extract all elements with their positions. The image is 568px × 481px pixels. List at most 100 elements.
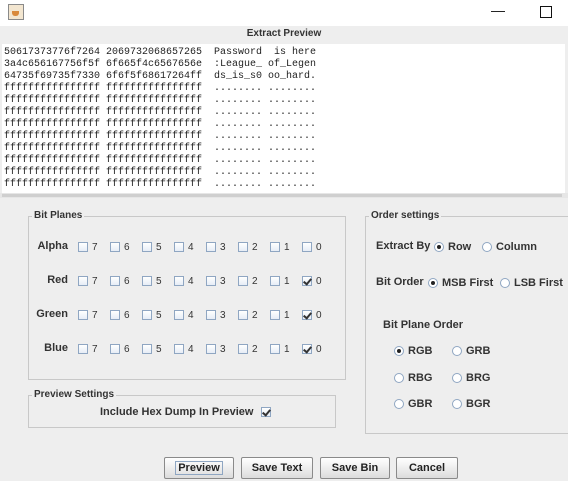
bit-checkbox-item[interactable]: 7: [78, 342, 98, 356]
radio-button[interactable]: [452, 399, 462, 409]
bit-checkbox[interactable]: [110, 344, 120, 354]
bit-checkbox[interactable]: [270, 310, 280, 320]
radio-button[interactable]: [452, 346, 462, 356]
preview-text-area[interactable]: 50617373776f7264 2069732068657265 Passwo…: [2, 44, 565, 193]
bit-checkbox-item[interactable]: 6: [110, 342, 130, 356]
bit-checkbox-item[interactable]: 2: [238, 240, 258, 254]
bit-checkbox[interactable]: [78, 310, 88, 320]
bit-checkbox[interactable]: [238, 344, 248, 354]
save-text-button[interactable]: Save Text: [241, 457, 313, 479]
bit-checkbox[interactable]: [142, 276, 152, 286]
minimize-button[interactable]: —: [486, 0, 510, 22]
bit-checkbox-item[interactable]: 4: [174, 342, 194, 356]
bit-checkbox[interactable]: [302, 276, 312, 286]
bit-checkbox[interactable]: [302, 344, 312, 354]
bit-checkbox-item[interactable]: 3: [206, 240, 226, 254]
radio-button[interactable]: [500, 278, 510, 288]
bit-checkbox-item[interactable]: 1: [270, 240, 290, 254]
preview-line: ffffffffffffffff ffffffffffffffff ......…: [4, 83, 317, 94]
bit-checkbox[interactable]: [302, 310, 312, 320]
cancel-button[interactable]: Cancel: [396, 457, 458, 479]
radio-button[interactable]: [394, 346, 404, 356]
bit-checkbox[interactable]: [238, 310, 248, 320]
bit-checkbox-item[interactable]: 2: [238, 342, 258, 356]
bit-plane-order-option[interactable]: GBR: [394, 397, 432, 411]
bit-checkbox-item[interactable]: 7: [78, 240, 98, 254]
bit-checkbox-item[interactable]: 0: [302, 274, 322, 288]
bit-checkbox[interactable]: [206, 242, 216, 252]
bit-checkbox[interactable]: [174, 344, 184, 354]
extract-by-row-option[interactable]: Row: [434, 240, 471, 254]
bit-checkbox-item[interactable]: 0: [302, 240, 322, 254]
bit-checkbox-item[interactable]: 4: [174, 240, 194, 254]
bit-label: 1: [284, 343, 290, 355]
bit-checkbox[interactable]: [174, 310, 184, 320]
bit-checkbox[interactable]: [110, 310, 120, 320]
bit-checkbox-item[interactable]: 2: [238, 274, 258, 288]
radio-button[interactable]: [434, 242, 444, 252]
bit-checkbox-item[interactable]: 5: [142, 274, 162, 288]
bit-checkbox-item[interactable]: 6: [110, 240, 130, 254]
hex-dump-checkbox[interactable]: [261, 407, 272, 417]
bit-checkbox-item[interactable]: 0: [302, 342, 322, 356]
bit-checkbox[interactable]: [206, 310, 216, 320]
scrollbar-thumb[interactable]: [2, 194, 562, 197]
bit-checkbox[interactable]: [238, 276, 248, 286]
bit-checkbox[interactable]: [302, 242, 312, 252]
bit-checkbox[interactable]: [110, 276, 120, 286]
horizontal-scrollbar[interactable]: [0, 193, 568, 198]
bit-checkbox-item[interactable]: 6: [110, 308, 130, 322]
bit-checkbox[interactable]: [142, 242, 152, 252]
bit-plane-order-option[interactable]: GRB: [452, 344, 490, 358]
hex-dump-option[interactable]: Include Hex Dump In Preview: [100, 405, 272, 419]
bit-checkbox[interactable]: [174, 276, 184, 286]
radio-button[interactable]: [394, 399, 404, 409]
bit-checkbox-item[interactable]: 2: [238, 308, 258, 322]
radio-button[interactable]: [482, 242, 492, 252]
bit-checkbox-item[interactable]: 1: [270, 342, 290, 356]
bit-checkbox[interactable]: [206, 344, 216, 354]
bit-checkbox[interactable]: [270, 344, 280, 354]
bit-plane-order-option[interactable]: RBG: [394, 371, 432, 385]
bit-checkbox-item[interactable]: 3: [206, 274, 226, 288]
bit-plane-order-option[interactable]: RGB: [394, 344, 432, 358]
bit-label: 4: [188, 343, 194, 355]
bit-plane-order-option[interactable]: BGR: [452, 397, 490, 411]
bit-checkbox-item[interactable]: 0: [302, 308, 322, 322]
bit-checkbox[interactable]: [78, 276, 88, 286]
save-bin-button-label: Save Bin: [331, 462, 379, 474]
maximize-button[interactable]: [540, 6, 552, 18]
bit-checkbox-item[interactable]: 4: [174, 308, 194, 322]
bit-checkbox-item[interactable]: 1: [270, 274, 290, 288]
bit-checkbox-item[interactable]: 5: [142, 342, 162, 356]
bit-checkbox[interactable]: [206, 276, 216, 286]
bit-checkbox[interactable]: [110, 242, 120, 252]
radio-button[interactable]: [428, 278, 438, 288]
bit-checkbox-item[interactable]: 6: [110, 274, 130, 288]
bit-checkbox[interactable]: [142, 310, 152, 320]
bit-checkbox[interactable]: [142, 344, 152, 354]
save-bin-button[interactable]: Save Bin: [320, 457, 390, 479]
bit-checkbox-item[interactable]: 5: [142, 240, 162, 254]
bit-checkbox-item[interactable]: 5: [142, 308, 162, 322]
bit-plane-order-option[interactable]: BRG: [452, 371, 490, 385]
bit-checkbox[interactable]: [78, 242, 88, 252]
bit-checkbox[interactable]: [270, 276, 280, 286]
radio-button[interactable]: [452, 373, 462, 383]
bit-checkbox-item[interactable]: 7: [78, 308, 98, 322]
bit-label: 5: [156, 275, 162, 287]
bit-checkbox[interactable]: [78, 344, 88, 354]
bit-checkbox-item[interactable]: 4: [174, 274, 194, 288]
bit-checkbox-item[interactable]: 3: [206, 308, 226, 322]
bit-order-msb-option[interactable]: MSB First: [428, 276, 493, 290]
preview-button[interactable]: Preview: [164, 457, 234, 479]
radio-button[interactable]: [394, 373, 404, 383]
bit-order-lsb-option[interactable]: LSB First: [500, 276, 563, 290]
bit-checkbox-item[interactable]: 3: [206, 342, 226, 356]
bit-checkbox-item[interactable]: 7: [78, 274, 98, 288]
bit-checkbox[interactable]: [238, 242, 248, 252]
bit-checkbox[interactable]: [174, 242, 184, 252]
extract-by-column-option[interactable]: Column: [482, 240, 537, 254]
bit-checkbox[interactable]: [270, 242, 280, 252]
bit-checkbox-item[interactable]: 1: [270, 308, 290, 322]
